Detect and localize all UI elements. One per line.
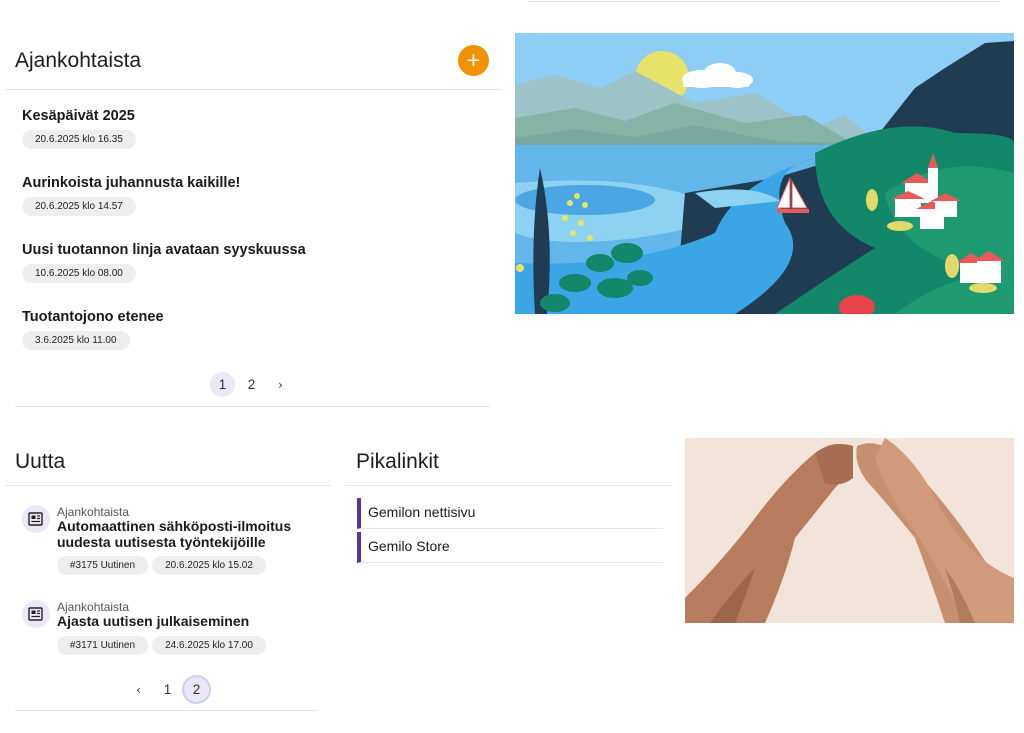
- news-item[interactable]: Uusi tuotannon linja avataan syyskuussa …: [22, 242, 482, 283]
- pikalinkit-header-divider: [345, 485, 672, 486]
- news-date-badge: 20.6.2025 klo 14.57: [22, 197, 136, 216]
- newspaper-icon: [22, 505, 50, 533]
- news-date-badge: 3.6.2025 klo 11.00: [22, 331, 130, 350]
- news-date-badge: 24.6.2025 klo 17.00: [152, 635, 266, 655]
- news-title: Aurinkoista juhannusta kaikille!: [22, 175, 241, 191]
- uutta-header-divider: [5, 485, 331, 486]
- news-item[interactable]: Kesäpäivät 2025 20.6.2025 klo 16.35: [22, 108, 482, 149]
- chevron-right-icon[interactable]: ›: [268, 372, 293, 397]
- news-feed-title-link[interactable]: Ajasta uutisen julkaiseminen: [57, 613, 317, 630]
- quick-link-gemilo-store[interactable]: Gemilo Store: [357, 532, 663, 563]
- news-item[interactable]: Aurinkoista juhannusta kaikille! 20.6.20…: [22, 175, 482, 216]
- plus-icon: +: [465, 49, 482, 71]
- news-title: Kesäpäivät 2025: [22, 108, 135, 124]
- section-title-pikalinkit: Pikalinkit: [356, 450, 439, 473]
- news-category: Ajankohtaista: [57, 600, 130, 614]
- quick-link-gemilo-website[interactable]: Gemilon nettisivu: [357, 498, 663, 529]
- news-date-badge: 20.6.2025 klo 16.35: [22, 130, 136, 149]
- quick-link-label: Gemilon nettisivu: [368, 504, 476, 520]
- news-title: Tuotantojono etenee: [22, 309, 164, 325]
- section-title-ajankohtaista: Ajankohtaista: [15, 49, 142, 72]
- news-id-badge: #3171 Uutinen: [57, 635, 149, 655]
- uutta-pagination: ‹ 1 2: [126, 677, 213, 702]
- news-item[interactable]: Tuotantojono etenee 3.6.2025 klo 11.00: [22, 309, 482, 350]
- heart-hands-illustration: [685, 438, 1014, 623]
- news-id-badge: #3175 Uutinen: [57, 556, 149, 575]
- ajankohtaista-footer-divider: [15, 406, 490, 407]
- news-date-badge: 20.6.2025 klo 15.02: [152, 556, 266, 575]
- page-2-button[interactable]: 2: [184, 677, 209, 702]
- news-title: Uusi tuotannon linja avataan syyskuussa: [22, 242, 306, 258]
- landscape-illustration: [515, 33, 1014, 319]
- page-2-button[interactable]: 2: [239, 372, 264, 397]
- uutta-footer-divider: [15, 710, 318, 711]
- news-feed-title-link[interactable]: Automaattinen sähköposti-ilmoitus uudest…: [57, 518, 317, 550]
- section-title-uutta: Uutta: [15, 450, 66, 473]
- newspaper-icon: [22, 600, 50, 628]
- news-category: Ajankohtaista: [57, 505, 130, 519]
- chevron-left-icon[interactable]: ‹: [126, 677, 151, 702]
- ajankohtaista-header-divider: [5, 89, 502, 90]
- quick-link-label: Gemilo Store: [368, 538, 450, 554]
- ajankohtaista-pagination: 1 2 ›: [210, 372, 297, 397]
- page-1-button[interactable]: 1: [155, 677, 180, 702]
- news-date-badge: 10.6.2025 klo 08.00: [22, 264, 136, 283]
- page-1-button[interactable]: 1: [210, 372, 235, 397]
- add-news-button[interactable]: +: [458, 45, 489, 76]
- top-divider: [528, 1, 1000, 2]
